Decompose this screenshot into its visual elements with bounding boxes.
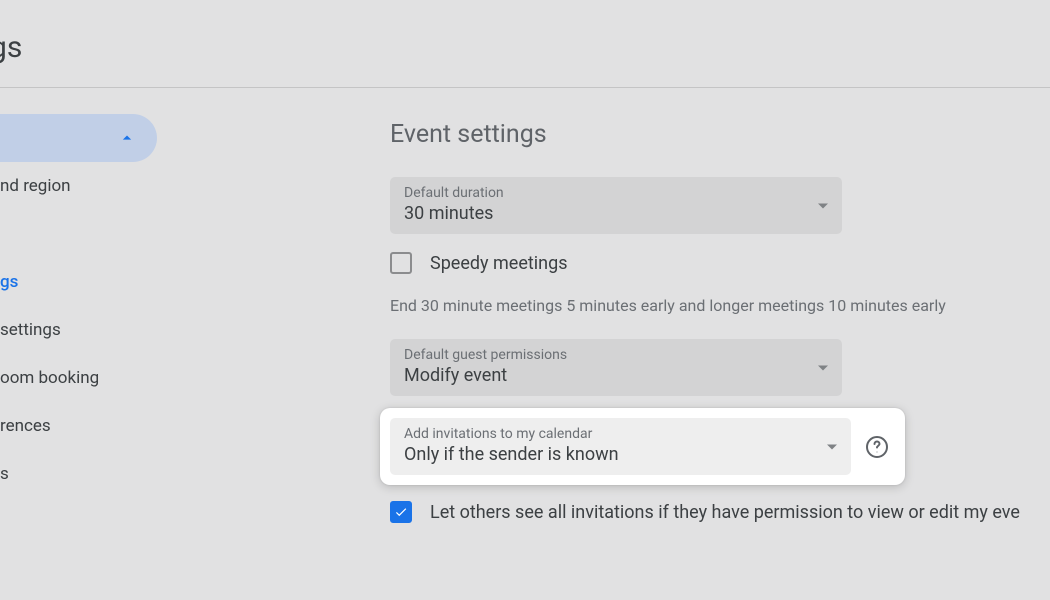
dropdown-label: Default duration [404,185,828,201]
sidebar: nd region gs settings oom booking rences… [0,88,185,523]
sidebar-item-language-region[interactable]: nd region [0,162,185,210]
dropdown-value: Only if the sender is known [404,444,837,465]
dropdown-label: Default guest permissions [404,347,828,363]
let-others-see-checkbox[interactable] [390,501,412,523]
dropdown-arrow-icon [818,365,828,370]
sidebar-item-other[interactable]: s [0,450,185,498]
sidebar-item-event-settings[interactable]: gs [0,258,185,306]
page-title: gs [0,30,1050,65]
let-others-see-checkbox-row[interactable]: Let others see all invitations if they h… [390,501,1050,523]
sidebar-item-label: nd region [0,176,71,196]
speedy-meetings-checkbox[interactable] [390,252,412,274]
sidebar-item-preferences[interactable]: rences [0,402,185,450]
sidebar-item-general[interactable] [0,114,157,162]
speedy-meetings-helper: End 30 minute meetings 5 minutes early a… [390,296,1050,315]
dropdown-arrow-icon [818,203,828,208]
sidebar-item-notification-settings[interactable]: settings [0,306,185,354]
checkmark-icon [394,505,408,519]
checkbox-label: Speedy meetings [430,253,568,274]
sidebar-item-room-booking[interactable]: oom booking [0,354,185,402]
section-title: Event settings [390,120,1050,149]
add-invitations-dropdown[interactable]: Add invitations to my calendar Only if t… [390,418,851,475]
checkbox-label: Let others see all invitations if they h… [430,502,1020,523]
chevron-up-icon [117,128,137,148]
sidebar-item-label: settings [0,320,61,340]
dropdown-label: Add invitations to my calendar [404,426,837,442]
help-icon [865,435,889,459]
dropdown-arrow-icon [827,444,837,449]
page-header: gs [0,0,1050,88]
sidebar-item-blank[interactable] [0,210,185,258]
guest-permissions-dropdown[interactable]: Default guest permissions Modify event [390,339,842,396]
main-content: Event settings Default duration 30 minut… [185,88,1050,523]
speedy-meetings-checkbox-row[interactable]: Speedy meetings [390,252,1050,274]
layout: nd region gs settings oom booking rences… [0,88,1050,523]
dropdown-value: 30 minutes [404,203,828,224]
sidebar-item-label: s [0,464,9,484]
default-duration-dropdown[interactable]: Default duration 30 minutes [390,177,842,234]
sidebar-item-label: rences [0,416,51,436]
sidebar-item-label: oom booking [0,368,99,388]
add-invitations-card: Add invitations to my calendar Only if t… [380,408,905,485]
help-button[interactable] [863,433,891,461]
dropdown-value: Modify event [404,365,828,386]
sidebar-item-label: gs [0,272,18,292]
